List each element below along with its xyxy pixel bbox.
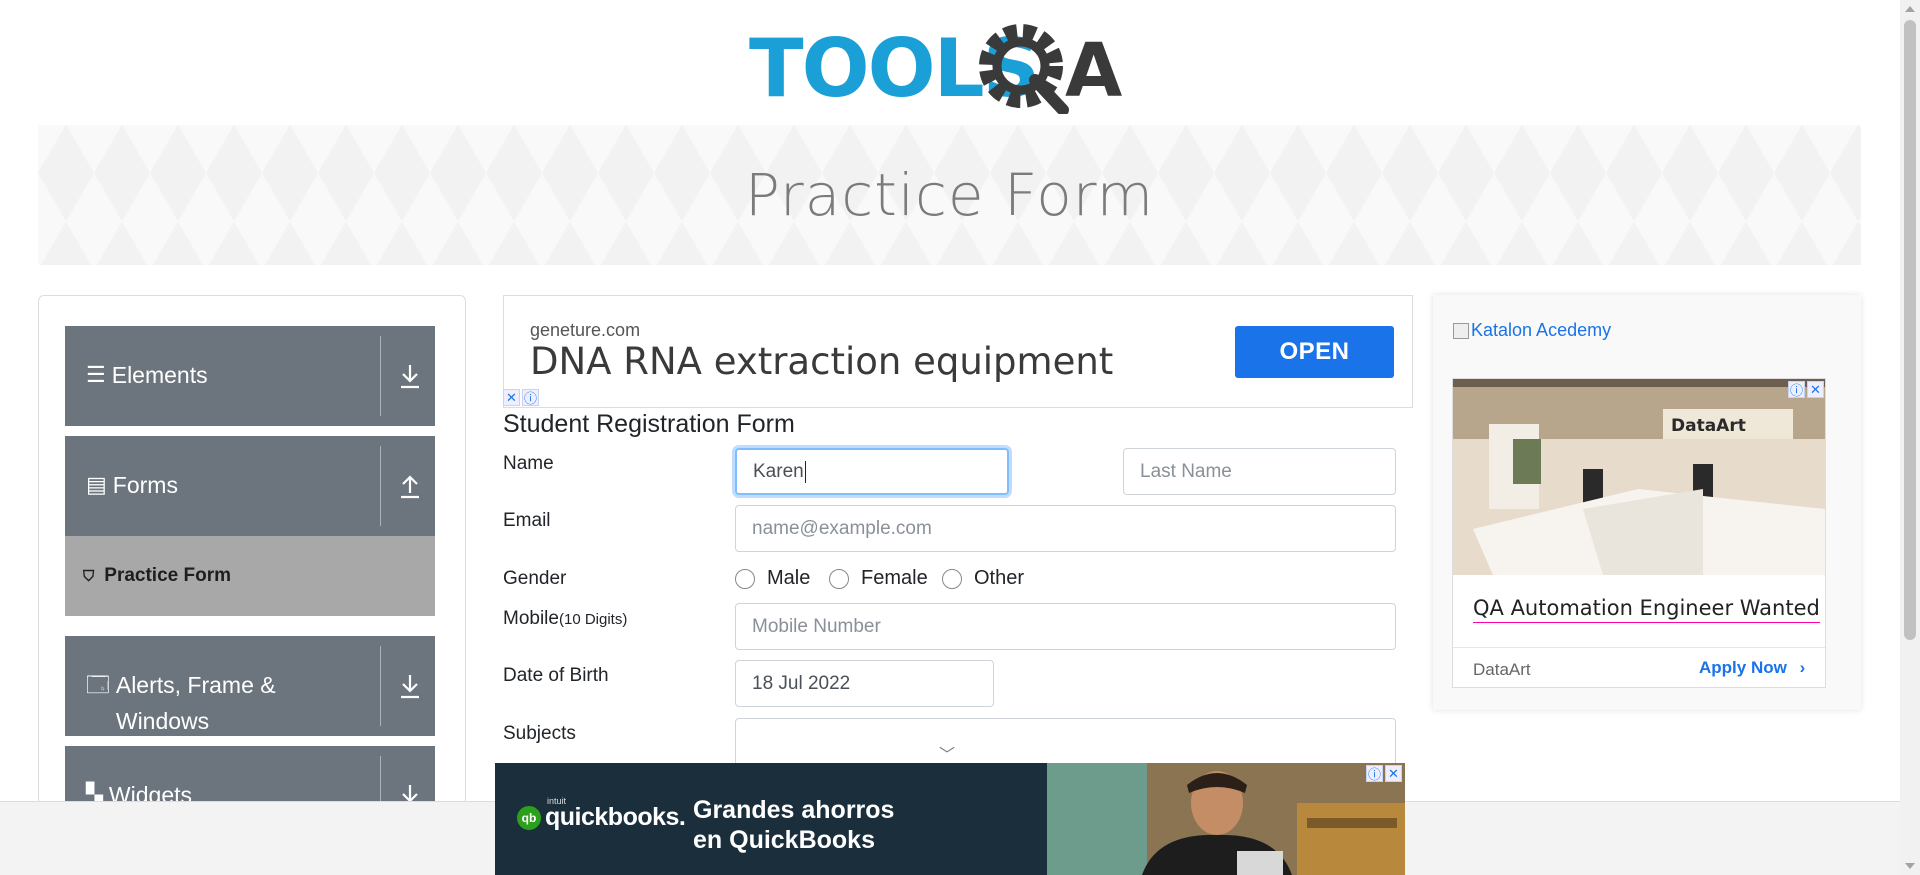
radio-label: Female: [861, 567, 928, 589]
first-name-input[interactable]: Karen: [735, 448, 1009, 495]
ad-choices[interactable]: ⓘ ✕: [1788, 381, 1824, 398]
gender-radio-other[interactable]: Other: [942, 567, 1024, 590]
ad-choices[interactable]: ✕ ⓘ: [503, 389, 539, 406]
page-title: Practice Form: [744, 161, 1155, 229]
broken-image-link[interactable]: Katalon Acedemy: [1453, 320, 1611, 341]
scroll-up-arrow-icon[interactable]: [1905, 6, 1915, 12]
office-photo: DataArt: [1453, 379, 1825, 575]
divider: [1453, 647, 1825, 648]
sidebar-item-practice-form[interactable]: ⛉ Practice Form: [65, 536, 435, 616]
html5-icon: ⛉: [83, 567, 95, 585]
email-input[interactable]: name@example.com: [735, 505, 1396, 552]
sidebar-group-elements[interactable]: ☰ Elements: [65, 326, 435, 426]
quickbooks-text: quickbooks.: [545, 803, 686, 831]
document-icon: ▤: [86, 472, 107, 497]
ad-tagline-line1: Grandes ahorros: [693, 796, 895, 824]
sidebar-group-label-line2: Windows: [115, 708, 210, 734]
subjects-label: Subjects: [503, 723, 576, 744]
chevron-right-icon: ›: [1799, 658, 1806, 677]
intuit-text: intuit: [547, 796, 567, 806]
download-arrow-icon[interactable]: [398, 362, 422, 390]
ad-tagline: Grandes ahorros en QuickBooks: [693, 795, 894, 855]
download-arrow-icon[interactable]: [398, 672, 422, 700]
dob-label: Date of Birth: [503, 665, 609, 686]
ad-card[interactable]: DataArt ⓘ ✕ QA Automation Engineer Wante…: [1452, 378, 1826, 688]
ad-tagline-line2: en QuickBooks: [693, 826, 875, 854]
ad-banner-bottom[interactable]: qb intuit quickbooks. Grandes ahorros en…: [495, 763, 1405, 875]
info-icon[interactable]: ⓘ: [1788, 381, 1805, 398]
quickbooks-logo: qb intuit quickbooks.: [517, 796, 686, 832]
ad-banner-top[interactable]: geneture.com DNA RNA extraction equipmen…: [503, 295, 1413, 408]
gender-label: Gender: [503, 568, 567, 589]
page-banner: Practice Form: [38, 125, 1861, 265]
sidebar-group-label: Forms: [112, 472, 178, 498]
close-icon[interactable]: ✕: [503, 389, 520, 406]
divider: [380, 336, 381, 416]
window-icon: 🗔: [86, 672, 110, 697]
radio-label: Other: [974, 567, 1025, 589]
left-sidebar: ☰ Elements ▤ Forms ⛉ Practice Form 🗔 Ale…: [38, 295, 466, 805]
info-icon[interactable]: ⓘ: [522, 389, 539, 406]
name-label: Name: [503, 453, 554, 474]
photo-brand: DataArt: [1671, 416, 1746, 436]
sidebar-group-label: Alerts, Frame &: [115, 672, 276, 698]
ad-headline[interactable]: DNA RNA extraction equipment: [530, 340, 1113, 383]
apply-now-label: Apply Now: [1699, 658, 1787, 677]
broken-image-icon: [1453, 322, 1469, 339]
toolsqa-logo[interactable]: TOOLS A: [749, 18, 1155, 116]
broken-image-alt: Katalon Acedemy: [1471, 320, 1612, 340]
close-icon[interactable]: ✕: [1807, 381, 1824, 398]
ad-open-button[interactable]: OPEN: [1235, 326, 1394, 378]
last-name-input[interactable]: Last Name: [1123, 448, 1396, 495]
close-icon[interactable]: ✕: [1385, 765, 1402, 782]
mobile-hint: (10 Digits): [558, 611, 628, 628]
divider: [380, 756, 381, 804]
ad-advertiser: DataArt: [1473, 660, 1531, 679]
email-label: Email: [503, 510, 551, 531]
apply-now-button[interactable]: Apply Now ›: [1699, 658, 1805, 678]
chevron-down-icon[interactable]: ﹀: [939, 741, 955, 765]
radio-label: Male: [767, 567, 811, 589]
sidebar-item-label: Practice Form: [104, 565, 231, 586]
mobile-input[interactable]: Mobile Number: [735, 603, 1396, 650]
first-name-value: Karen: [753, 460, 804, 482]
ad-person-photo: [1047, 763, 1405, 875]
mobile-label-text: Mobile: [503, 608, 559, 629]
form-title: Student Registration Form: [503, 410, 795, 438]
ad-choices[interactable]: ⓘ ✕: [1366, 765, 1402, 782]
sidebar-group-widgets[interactable]: ▚ Widgets: [65, 746, 435, 804]
subjects-input[interactable]: ﹀: [735, 718, 1396, 768]
radio-circle[interactable]: [942, 568, 962, 589]
page-scrollbar[interactable]: [1900, 0, 1920, 875]
gender-radio-male[interactable]: Male: [735, 567, 810, 590]
dob-input[interactable]: 18 Jul 2022: [735, 660, 994, 707]
sidebar-group-label: Elements: [111, 362, 208, 388]
hamburger-icon: ☰: [86, 362, 106, 387]
divider: [380, 646, 381, 726]
mobile-label: Mobile(10 Digits): [503, 608, 627, 630]
ad-sidebar-right[interactable]: Katalon Acedemy DataArt ⓘ ✕ QA Automatio…: [1433, 295, 1861, 710]
ad-headline[interactable]: QA Automation Engineer Wanted: [1473, 596, 1820, 623]
divider: [380, 446, 381, 526]
info-icon[interactable]: ⓘ: [1366, 765, 1383, 782]
ad-domain: geneture.com: [530, 320, 641, 340]
sidebar-group-forms[interactable]: ▤ Forms: [65, 436, 435, 536]
scroll-down-arrow-icon[interactable]: [1905, 863, 1915, 869]
sidebar-group-alerts[interactable]: 🗔 Alerts, Frame & Windows: [65, 636, 435, 736]
upload-arrow-icon[interactable]: [398, 472, 422, 500]
gender-radio-female[interactable]: Female: [829, 567, 928, 590]
quickbooks-badge-icon: qb: [517, 805, 541, 830]
text-caret: [804, 460, 806, 483]
scrollbar-thumb[interactable]: [1904, 20, 1916, 640]
radio-circle[interactable]: [829, 568, 849, 589]
logo-text-qa: A: [1065, 28, 1122, 114]
radio-circle[interactable]: [735, 568, 755, 589]
